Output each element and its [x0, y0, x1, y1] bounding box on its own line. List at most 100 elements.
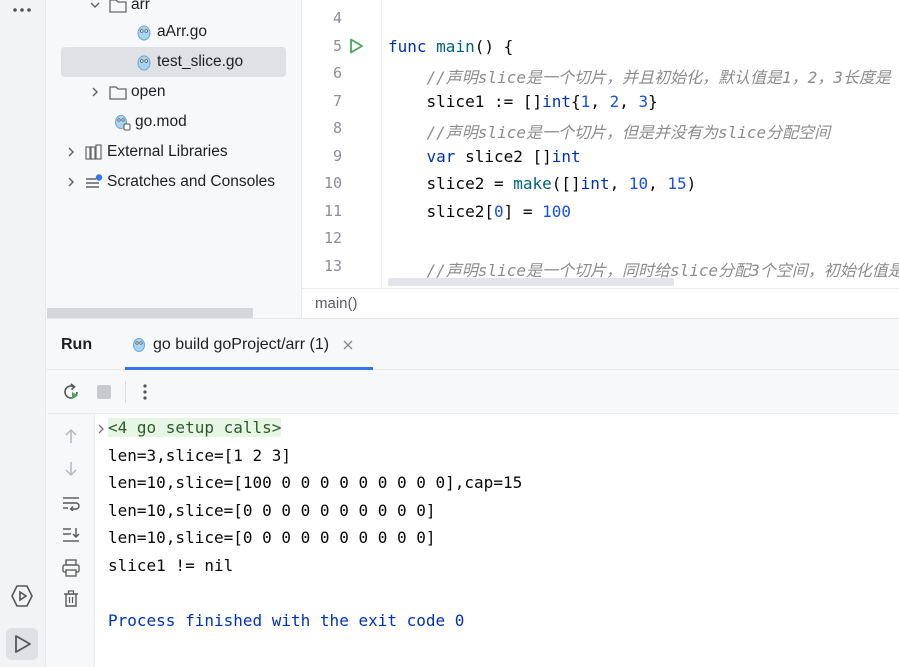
- folder-icon: [109, 83, 127, 101]
- chevron-right-icon[interactable]: [63, 174, 79, 190]
- go-file-icon: [135, 53, 153, 71]
- code-line[interactable]: slice1 := []int{1, 2, 3}: [388, 92, 658, 111]
- run-title: Run: [61, 336, 93, 353]
- console-line-setup-calls[interactable]: <4 go setup calls>: [108, 418, 282, 437]
- tree-item-open[interactable]: open: [87, 77, 165, 107]
- run-tool-icon[interactable]: [6, 628, 38, 660]
- code-token: ,: [609, 174, 629, 193]
- code-token: 1: [580, 92, 591, 111]
- line-number: 7: [332, 92, 342, 110]
- code-token: 15: [667, 174, 687, 193]
- code-token: int: [580, 174, 610, 193]
- code-token: ([]: [551, 174, 581, 193]
- run-tool-header: Run go build goProject/arr (1): [47, 318, 899, 370]
- code-line[interactable]: var slice2 []int: [388, 147, 581, 166]
- breadcrumb[interactable]: main(): [302, 288, 899, 318]
- code-token: 2: [609, 92, 620, 111]
- tree-item-test-slice-go[interactable]: test_slice.go: [61, 47, 286, 77]
- code-token: int: [551, 147, 581, 166]
- line-number: 9: [332, 147, 342, 165]
- chevron-down-icon[interactable]: [87, 0, 103, 13]
- line-number: 13: [323, 257, 342, 275]
- code-token: 3: [638, 92, 649, 111]
- code-editor[interactable]: 4 5 6 7 8 9 10 11 12 13 func main() { //…: [302, 0, 899, 318]
- more-icon[interactable]: [6, 0, 38, 26]
- code-token: ): [686, 174, 697, 193]
- code-token: ,: [619, 92, 639, 111]
- tree-item-label: open: [131, 83, 166, 100]
- go-mod-icon: [113, 113, 131, 131]
- code-token: make: [513, 174, 552, 193]
- rerun-icon[interactable]: [59, 380, 83, 404]
- code-token: var: [426, 147, 456, 166]
- code-token: ,: [590, 92, 610, 111]
- console-line-process-finished: Process finished with the exit code 0: [108, 611, 465, 630]
- go-run-config-icon: [131, 336, 149, 354]
- code-token: }: [648, 92, 658, 111]
- print-icon[interactable]: [59, 556, 83, 580]
- line-number: 10: [323, 174, 342, 192]
- scroll-to-end-icon[interactable]: [59, 523, 83, 547]
- line-number: 11: [323, 202, 342, 220]
- library-icon: [85, 143, 103, 161]
- console-side-toolbar: [47, 414, 95, 667]
- toolbar-divider: [125, 381, 126, 403]
- tree-item-label: go.mod: [135, 113, 187, 130]
- tree-item-label: arr: [131, 0, 150, 13]
- breadcrumb-item[interactable]: main(): [315, 295, 358, 312]
- console-line: slice1 != nil: [108, 556, 234, 575]
- services-icon[interactable]: [6, 580, 38, 612]
- stop-icon[interactable]: [92, 380, 116, 404]
- tree-item-label: Scratches and Consoles: [107, 173, 276, 190]
- scratches-icon: [85, 173, 103, 191]
- console-line: len=10,slice=[0 0 0 0 0 0 0 0 0 0]: [108, 501, 436, 520]
- line-number: 5: [332, 37, 342, 55]
- code-token: slice2[: [388, 202, 494, 221]
- tree-item-external-libraries[interactable]: External Libraries: [63, 137, 228, 167]
- code-token: 0: [493, 202, 504, 221]
- trash-icon[interactable]: [59, 587, 83, 611]
- chevron-right-icon[interactable]: [96, 422, 106, 441]
- code-token: 10: [628, 174, 649, 193]
- code-token: {: [571, 92, 581, 111]
- code-token: ,: [648, 174, 668, 193]
- arrow-up-icon[interactable]: [59, 424, 83, 448]
- arrow-down-icon[interactable]: [59, 457, 83, 481]
- code-line[interactable]: slice2 = make([]int, 10, 15): [388, 174, 697, 193]
- code-line[interactable]: //声明slice是一个切片，并且初始化，默认值是1，2，3长度是: [388, 64, 891, 88]
- run-gutter-icon[interactable]: [348, 38, 364, 54]
- code-token: 100: [542, 202, 572, 221]
- editor-gutter: 4 5 6 7 8 9 10 11 12 13: [302, 0, 382, 288]
- code-token: ] =: [503, 202, 543, 221]
- tree-item-go-mod[interactable]: go.mod: [113, 107, 187, 137]
- folder-icon: [109, 0, 127, 14]
- tree-item-scratches[interactable]: Scratches and Consoles: [63, 167, 275, 197]
- chevron-right-icon[interactable]: [87, 84, 103, 100]
- tree-item-label: test_slice.go: [157, 53, 244, 70]
- soft-wrap-icon[interactable]: [59, 491, 83, 515]
- tree-item-label: aArr.go: [157, 23, 207, 40]
- console-output[interactable]: <4 go setup calls> len=3,slice=[1 2 3] l…: [95, 414, 899, 667]
- close-tab-icon[interactable]: [343, 340, 353, 350]
- more-options-icon[interactable]: [133, 380, 157, 404]
- tree-item-label: External Libraries: [107, 143, 228, 160]
- line-number: 12: [323, 229, 342, 247]
- line-number: 4: [332, 9, 342, 27]
- line-number: 8: [332, 119, 342, 137]
- code-line[interactable]: slice2[0] = 100: [388, 202, 572, 221]
- tree-item-aarr-go[interactable]: aArr.go: [135, 17, 207, 47]
- tree-horizontal-scrollbar[interactable]: [47, 308, 253, 318]
- line-number: 6: [332, 64, 342, 82]
- code-token: slice2 =: [388, 174, 514, 193]
- chevron-right-icon[interactable]: [63, 144, 79, 160]
- code-token: () {: [474, 37, 514, 56]
- tool-window-strip: [0, 0, 46, 667]
- code-line[interactable]: //声明slice是一个切片，但是并没有为slice分配空间: [388, 119, 831, 143]
- code-token: int: [542, 92, 572, 111]
- editor-horizontal-scrollbar[interactable]: [388, 278, 674, 286]
- code-token: //声明slice是一个切片，并且初始化，默认值是1，2，3长度是: [388, 68, 891, 87]
- project-tree: arr aArr.go test_slice.go open go.mod Ex…: [47, 0, 302, 318]
- code-line[interactable]: func main() {: [388, 37, 513, 56]
- run-tab[interactable]: go build goProject/arr (1): [125, 319, 374, 370]
- code-token: slice2 []: [455, 147, 552, 166]
